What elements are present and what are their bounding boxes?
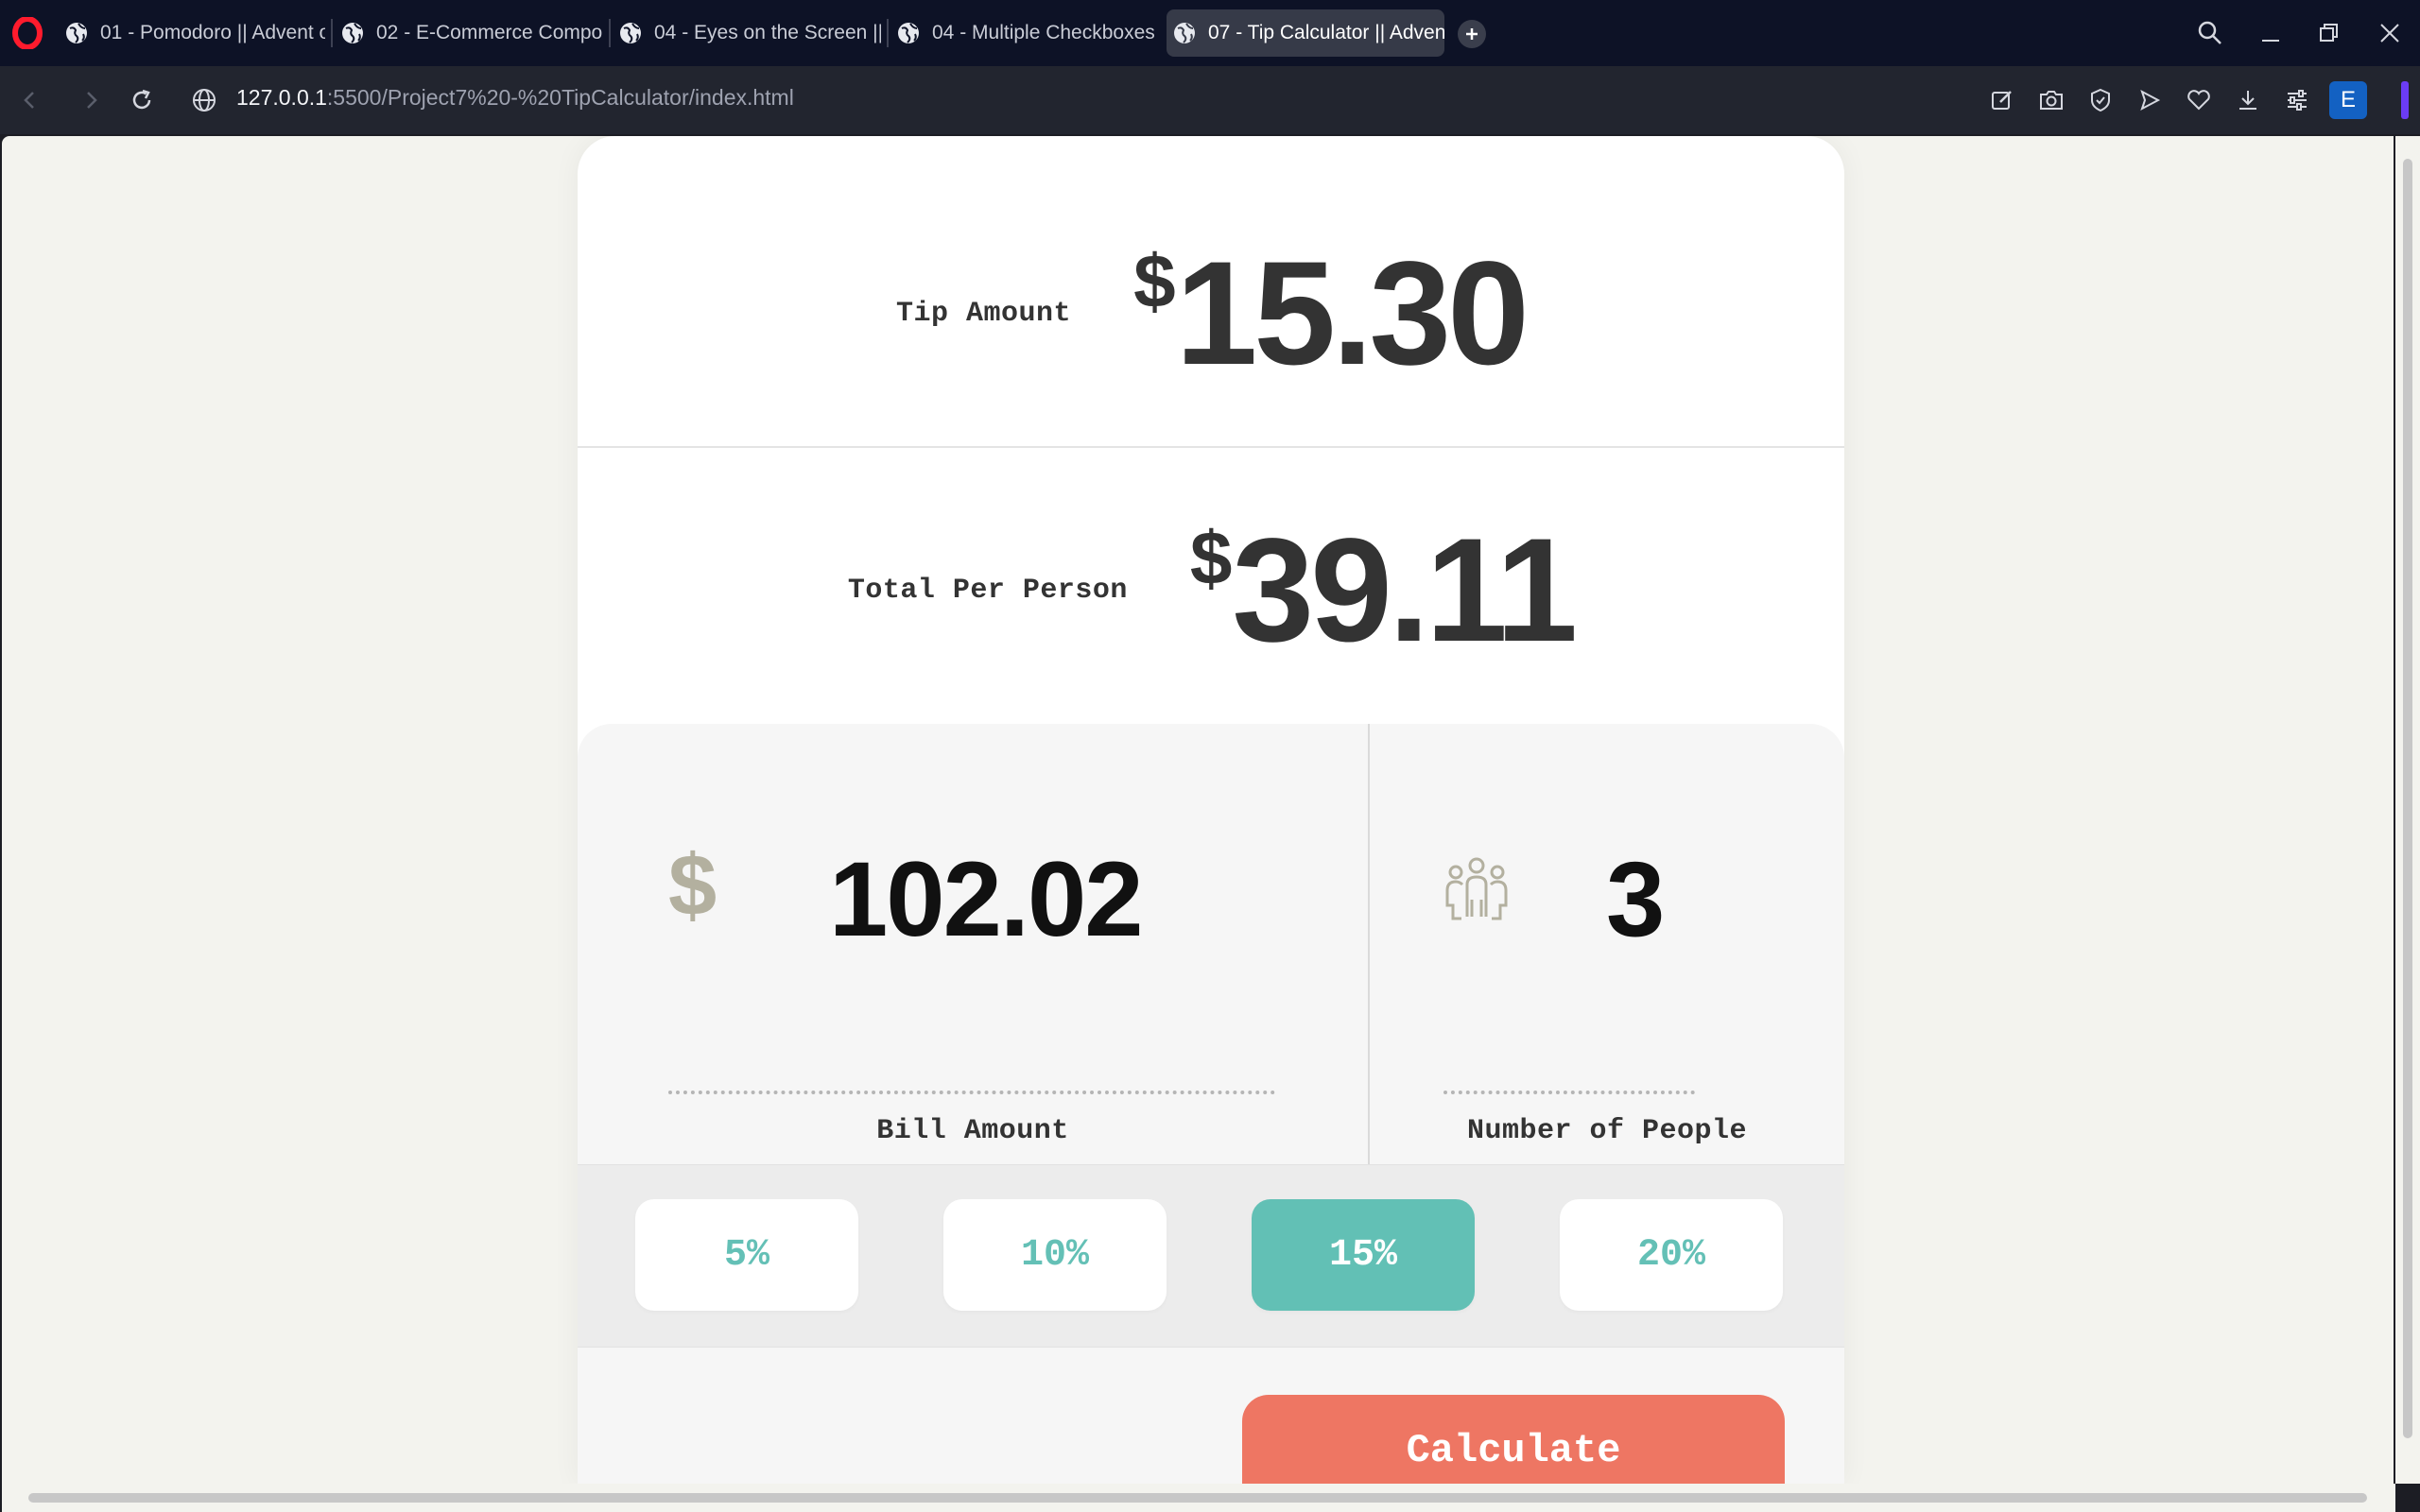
send-button[interactable]: [2133, 83, 2167, 117]
horizontal-scrollbar-thumb[interactable]: [28, 1493, 2367, 1503]
results-divider: [578, 446, 1844, 448]
restore-icon: [2320, 24, 2338, 42]
tip-calculator-card: Tip Amount $ 15.30 Total Per Person $ 39…: [578, 136, 1844, 1484]
tab-tip-calculator[interactable]: 07 - Tip Calculator || Advent of CSS: [1167, 9, 1444, 57]
tab-separator: [609, 19, 611, 47]
reload-icon: [132, 89, 151, 110]
globe-icon: [898, 23, 919, 43]
browser-tab-bar: 01 - Pomodoro || Advent of CSS 02 - E-Co…: [0, 0, 2420, 66]
shield-icon: [2091, 88, 2110, 112]
edit-icon: [1992, 91, 2012, 110]
tab-multiple-checkboxes[interactable]: 04 - Multiple Checkboxes: [890, 9, 1159, 57]
camera-icon: [2040, 91, 2063, 110]
browser-address-bar: 127.0.0.1:5500/Project7%20-%20TipCalcula…: [0, 66, 2420, 134]
tab-eyes-on-screen[interactable]: 04 - Eyes on the Screen || Advent: [613, 9, 881, 57]
tip-option-15-percent[interactable]: 15%: [1252, 1199, 1475, 1311]
inputs-divider: [1368, 724, 1370, 1164]
tab-label: 02 - E-Commerce Component: [376, 22, 603, 43]
number-of-people-underline: [1443, 1091, 1695, 1094]
tip-option-20-percent[interactable]: 20%: [1560, 1199, 1783, 1311]
globe-icon: [1174, 23, 1195, 43]
reload-button[interactable]: [125, 83, 159, 117]
new-tab-button[interactable]: [1458, 20, 1486, 48]
total-per-person-label: Total Per Person: [847, 575, 1128, 607]
close-icon: [2380, 24, 2399, 43]
send-icon: [2140, 89, 2161, 112]
vertical-scrollbar-thumb[interactable]: [2403, 159, 2412, 1438]
tip-amount-label: Tip Amount: [896, 298, 1072, 330]
dollar-icon: $: [668, 837, 717, 934]
chevron-left-icon: [24, 92, 34, 109]
globe-icon: [342, 23, 363, 43]
settings-sliders-icon: [2288, 90, 2307, 111]
globe-icon: [66, 23, 87, 43]
adblock-button[interactable]: [2083, 83, 2118, 117]
url-field[interactable]: 127.0.0.1:5500/Project7%20-%20TipCalcula…: [236, 85, 794, 111]
bill-amount-input[interactable]: 102.02: [829, 847, 1144, 953]
tab-separator: [331, 19, 333, 47]
downloads-button[interactable]: [2231, 83, 2265, 117]
number-of-people-label: Number of People: [1466, 1115, 1748, 1147]
snapshot-button[interactable]: [2034, 83, 2068, 117]
restore-button[interactable]: [2310, 15, 2348, 51]
page-viewport: Tip Amount $ 15.30 Total Per Person $ 39…: [2, 136, 2394, 1484]
sidebar-accent: [2401, 81, 2409, 119]
minimize-icon: [2262, 40, 2279, 42]
chevron-right-icon: [87, 92, 97, 109]
tab-label: 07 - Tip Calculator || Advent of CSS: [1208, 22, 1444, 43]
globe-icon: [193, 89, 216, 112]
tip-currency-symbol: $: [1133, 239, 1176, 323]
tip-amount-number: 15.30: [1175, 232, 1530, 396]
minimize-button[interactable]: [2252, 15, 2290, 51]
total-per-person-number: 39.11: [1232, 508, 1578, 673]
forward-button[interactable]: [74, 83, 108, 117]
search-tabs-button[interactable]: [2191, 15, 2229, 51]
tab-label: 01 - Pomodoro || Advent of CSS: [100, 22, 325, 43]
url-path: :5500/Project7%20-%20TipCalculator/index…: [326, 85, 794, 110]
url-host: 127.0.0.1: [236, 85, 327, 110]
inputs-panel: $ 102.02 Bill Amount 3 Number of People: [578, 724, 1844, 1164]
people-icon: [1445, 857, 1508, 920]
easy-setup-button[interactable]: [2280, 83, 2314, 117]
tab-label: 04 - Eyes on the Screen || Advent: [654, 22, 881, 43]
close-window-button[interactable]: [2371, 15, 2409, 51]
download-icon: [2239, 91, 2256, 110]
calculate-button[interactable]: Calculate: [1242, 1395, 1785, 1484]
tip-percentage-options: 5% 10% 15% 20%: [578, 1164, 1844, 1348]
tab-separator: [887, 19, 889, 47]
back-button[interactable]: [13, 83, 47, 117]
profile-avatar[interactable]: E: [2329, 81, 2367, 119]
tab-pomodoro[interactable]: 01 - Pomodoro || Advent of CSS: [59, 9, 325, 57]
tip-option-5-percent[interactable]: 5%: [635, 1199, 858, 1311]
site-info-button[interactable]: [187, 83, 221, 117]
tip-option-10-percent[interactable]: 10%: [943, 1199, 1167, 1311]
tip-amount-value: $ 15.30: [1133, 232, 1530, 396]
bill-amount-label: Bill Amount: [876, 1115, 1069, 1147]
total-per-person-row: Total Per Person $ 39.11: [578, 517, 1844, 664]
search-icon: [2198, 21, 2221, 44]
total-per-person-value: $ 39.11: [1189, 508, 1578, 673]
bookmark-button[interactable]: [2182, 83, 2216, 117]
plus-icon: [1466, 28, 1478, 40]
edit-page-button[interactable]: [1985, 83, 2019, 117]
heart-icon: [2187, 90, 2210, 111]
horizontal-scrollbar[interactable]: [2, 1484, 2395, 1512]
bill-amount-underline: [668, 1091, 1275, 1094]
globe-icon: [620, 23, 641, 43]
actions-section: Calculate: [578, 1348, 1844, 1484]
total-currency-symbol: $: [1189, 516, 1233, 600]
number-of-people-input[interactable]: 3: [1606, 847, 1665, 953]
tab-ecommerce[interactable]: 02 - E-Commerce Component: [335, 9, 603, 57]
vertical-scrollbar[interactable]: [2395, 136, 2420, 1484]
tip-amount-row: Tip Amount $ 15.30: [578, 240, 1844, 387]
tab-label: 04 - Multiple Checkboxes: [932, 22, 1155, 43]
opera-logo-icon[interactable]: [11, 17, 43, 49]
